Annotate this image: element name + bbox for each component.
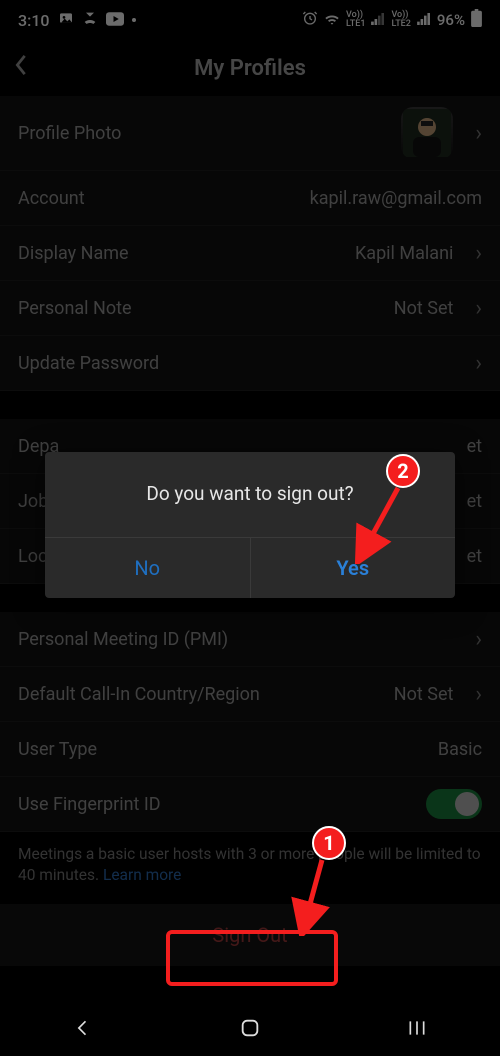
dialog-no-button[interactable]: No bbox=[45, 538, 250, 598]
nav-home-button[interactable] bbox=[239, 1017, 261, 1043]
nav-recents-button[interactable] bbox=[407, 1019, 427, 1041]
dialog-message: Do you want to sign out? bbox=[45, 452, 455, 537]
android-navbar bbox=[0, 1004, 500, 1056]
nav-back-button[interactable] bbox=[73, 1018, 93, 1042]
dialog-yes-button[interactable]: Yes bbox=[250, 538, 456, 598]
dialog-backdrop: Do you want to sign out? No Yes bbox=[0, 0, 500, 1056]
signout-dialog: Do you want to sign out? No Yes bbox=[45, 452, 455, 598]
